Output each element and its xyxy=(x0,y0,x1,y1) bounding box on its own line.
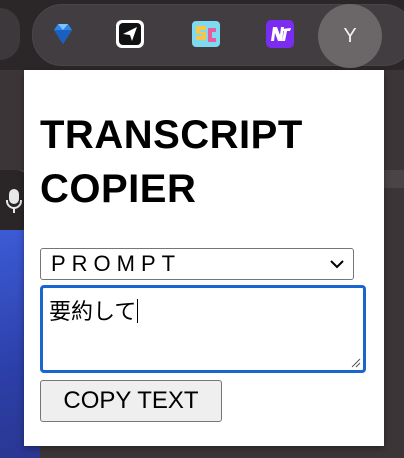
microphone-icon xyxy=(6,189,22,213)
prompt-select-value: PROMPT xyxy=(51,251,182,276)
chevron-down-icon xyxy=(330,260,344,269)
text-caret xyxy=(137,299,139,323)
prompt-text-value: 要約して xyxy=(49,300,137,325)
paper-plane-icon[interactable] xyxy=(114,18,146,50)
browser-toolbar: Y xyxy=(0,0,404,70)
resize-grip-icon[interactable] xyxy=(349,356,361,368)
extension-popup: TRANSCRIPT COPIER PROMPT 要約して COPY TEXT xyxy=(24,70,384,446)
avatar: Y xyxy=(332,18,368,54)
copy-text-button[interactable]: COPY TEXT xyxy=(40,380,222,422)
sc-logo-icon[interactable] xyxy=(190,18,222,50)
popup-title: TRANSCRIPT COPIER xyxy=(40,113,303,211)
address-bar-edge[interactable] xyxy=(0,8,20,60)
profile-button[interactable]: Y xyxy=(318,4,382,68)
prompt-textarea[interactable]: 要約して xyxy=(40,285,366,373)
nt-logo-icon[interactable] xyxy=(264,18,296,50)
prompt-select[interactable]: PROMPT xyxy=(40,248,354,280)
blue-diamond-icon[interactable] xyxy=(47,18,79,50)
